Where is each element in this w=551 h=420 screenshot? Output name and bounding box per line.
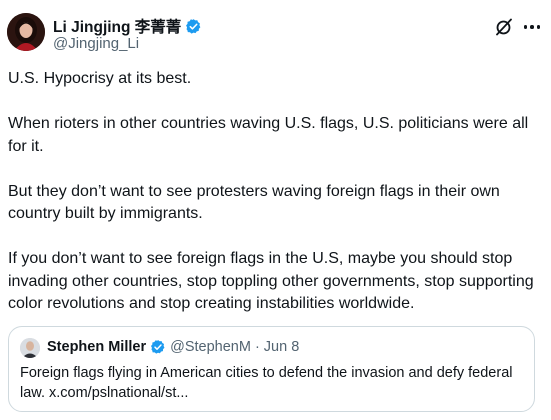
verified-badge-icon (185, 18, 202, 35)
quoted-handle[interactable]: @StephenM (170, 339, 251, 355)
author-display-name[interactable]: Li Jingjing 李菁菁 (53, 15, 181, 37)
quoted-date[interactable]: Jun 8 (264, 339, 299, 355)
more-options-icon[interactable] (521, 17, 543, 37)
tweet-paragraph: When rioters in other countries waving U… (8, 115, 529, 155)
author-avatar[interactable] (7, 13, 45, 51)
verified-badge-icon (150, 339, 166, 355)
tweet-card: Li Jingjing 李菁菁 @Jingjing_Li U.S. Hypocr… (0, 0, 551, 420)
tweet-text: U.S. Hypocrisy at its best. When rioters… (8, 68, 544, 316)
tweet-paragraph: If you don’t want to see foreign flags i… (8, 250, 534, 312)
quoted-text: Foreign flags flying in American cities … (20, 365, 513, 401)
quoted-header: Stephen Miller @StephenM · Jun 8 (47, 339, 299, 355)
author-handle[interactable]: @Jingjing_Li (53, 35, 139, 52)
quoted-author-avatar[interactable] (20, 338, 40, 358)
quoted-display-name[interactable]: Stephen Miller (47, 339, 146, 355)
tweet-paragraph: U.S. Hypocrisy at its best. (8, 70, 192, 87)
grok-icon[interactable] (494, 17, 514, 37)
author-name-row: Li Jingjing 李菁菁 (53, 15, 202, 37)
quoted-tweet[interactable]: Stephen Miller @StephenM · Jun 8 Foreign… (8, 326, 535, 412)
quoted-separator: · (254, 339, 260, 355)
tweet-paragraph: But they don’t want to see protesters wa… (8, 182, 500, 223)
